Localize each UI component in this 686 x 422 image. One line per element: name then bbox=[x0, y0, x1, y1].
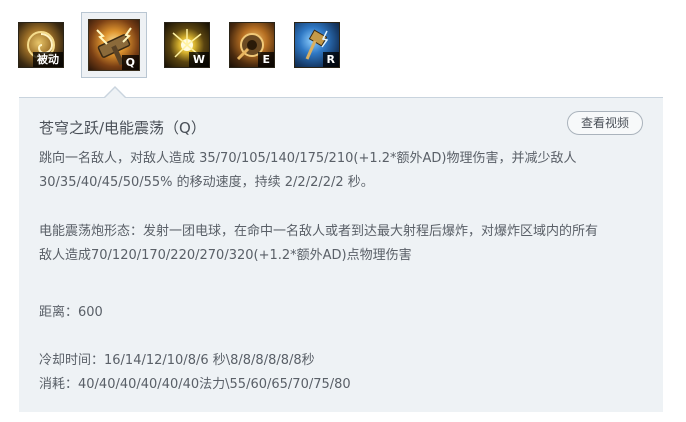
skill-key-label: Q bbox=[121, 55, 139, 70]
skill-range: 距离：600 bbox=[39, 305, 103, 320]
skill-tab-e[interactable]: E bbox=[229, 22, 275, 68]
skill-key-label: W bbox=[188, 52, 209, 67]
skill-detail-panel: 苍穹之跃/电能震荡（Q） 查看视频 跳向一名敌人，对敌人造成 35/70/105… bbox=[19, 97, 663, 412]
skill-tab-q[interactable]: Q bbox=[81, 12, 147, 78]
skill-key-label: R bbox=[322, 52, 339, 67]
description-line: 跳向一名敌人，对敌人造成 35/70/105/140/175/210(+1.2*… bbox=[39, 151, 577, 166]
description-line: 电能震荡炮形态：发射一团电球，在命中一名敌人或者到达最大射程后爆炸，对爆炸区域内… bbox=[39, 224, 599, 239]
view-video-button[interactable]: 查看视频 bbox=[566, 111, 643, 135]
skill-tabs: 被动 Q W E R bbox=[0, 0, 686, 90]
skill-tab-w[interactable]: W bbox=[164, 22, 210, 68]
description-line: 30/35/40/45/50/55% 的移动速度，持续 2/2/2/2/2 秒。 bbox=[39, 175, 374, 190]
skill-stats: 冷却时间：16/14/12/10/8/6 秒\8/8/8/8/8/8秒 消耗：4… bbox=[39, 349, 649, 397]
panel-pointer-fill bbox=[105, 88, 125, 98]
skill-cooldown: 冷却时间：16/14/12/10/8/6 秒\8/8/8/8/8/8秒 bbox=[39, 353, 315, 368]
description-line: 敌人造成70/120/170/220/270/320(+1.2*额外AD)点物理… bbox=[39, 248, 412, 263]
skill-description-cannon: 电能震荡炮形态：发射一团电球，在命中一名敌人或者到达最大射程后爆炸，对爆炸区域内… bbox=[39, 220, 649, 268]
skill-cost: 消耗：40/40/40/40/40/40法力\55/60/65/70/75/80 bbox=[39, 377, 351, 392]
skill-key-label: E bbox=[258, 52, 274, 67]
skill-title: 苍穹之跃/电能震荡（Q） bbox=[39, 119, 206, 137]
skill-tab-r[interactable]: R bbox=[294, 22, 340, 68]
skill-description-primary: 跳向一名敌人，对敌人造成 35/70/105/140/175/210(+1.2*… bbox=[39, 147, 649, 195]
skill-tab-passive[interactable]: 被动 bbox=[18, 22, 64, 68]
skill-key-label: 被动 bbox=[33, 52, 63, 67]
